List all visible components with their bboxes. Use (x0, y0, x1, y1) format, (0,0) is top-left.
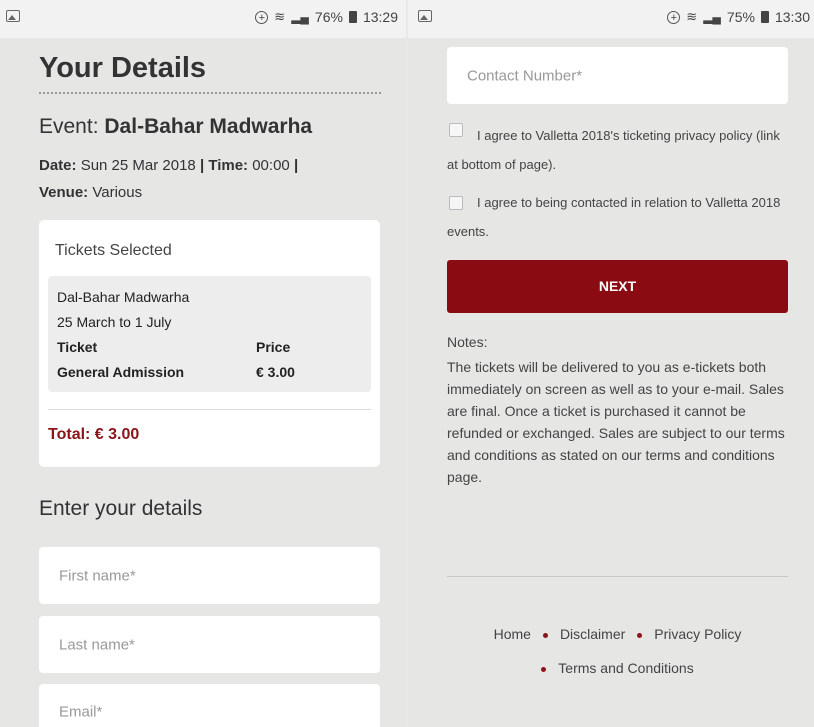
event-name: Dal-Bahar Madwarha (104, 115, 313, 138)
total-price: Total: € 3.00 (48, 426, 140, 443)
col-price: Price (256, 339, 291, 355)
bullet-separator (637, 632, 643, 638)
venue-label: Venue: (39, 184, 89, 201)
email-placeholder: Email* (59, 703, 103, 721)
first-name-placeholder: First name* (59, 567, 136, 584)
gallery-icon (418, 10, 432, 22)
contact-checkbox-label: I agree to being contacted in relation t… (447, 195, 781, 239)
status-bar: + ≋ ▂▄ 75% 13:30 (408, 0, 814, 38)
separator: | (293, 157, 299, 174)
date-label: Date: (39, 157, 77, 174)
first-name-field[interactable]: First name* (39, 547, 380, 604)
last-name-field[interactable]: Last name* (39, 616, 380, 673)
signal-icon: ▂▄ (291, 10, 309, 24)
data-saver-icon: + (667, 10, 681, 24)
left-screenshot: + ≋ ▂▄ 76% 13:29 Your Details Event: Dal… (0, 0, 406, 727)
wifi-icon: ≋ (686, 9, 698, 24)
privacy-checkbox-label: I agree to Valletta 2018's ticketing pri… (447, 128, 780, 172)
ticket-dates: 25 March to 1 July (57, 314, 172, 330)
data-saver-icon: + (255, 10, 269, 24)
last-name-placeholder: Last name* (59, 636, 135, 653)
footer-links-row1: Home Disclaimer Privacy Policy (447, 626, 788, 642)
tickets-card: Tickets Selected Dal-Bahar Madwarha 25 M… (39, 220, 380, 467)
bullet-separator (541, 666, 547, 672)
gallery-icon (6, 10, 20, 22)
clock: 13:29 (362, 9, 398, 25)
footer-links-row2: Terms and Conditions (447, 660, 788, 676)
date-value: Sun 25 Mar 2018 (80, 157, 196, 174)
wifi-icon: ≋ (274, 9, 286, 24)
battery-icon (760, 11, 769, 23)
footer-link-privacy[interactable]: Privacy Policy (654, 626, 741, 642)
email-field[interactable]: Email* (39, 684, 380, 727)
ticket-price: € 3.00 (256, 364, 295, 380)
time-label: Time: (208, 157, 249, 174)
ticket-event-name: Dal-Bahar Madwarha (57, 289, 190, 305)
battery-percent: 75% (726, 9, 755, 25)
page-title: Your Details (39, 52, 207, 84)
next-button[interactable]: NEXT (447, 260, 788, 313)
event-prefix: Event: (39, 115, 99, 138)
event-line: Event: Dal-Bahar Madwarha (39, 115, 312, 139)
clock: 13:30 (774, 9, 810, 25)
status-bar: + ≋ ▂▄ 76% 13:29 (0, 0, 406, 38)
col-ticket: Ticket (57, 339, 98, 355)
contact-number-field[interactable]: Contact Number* (447, 47, 788, 104)
notes-body: The tickets will be delivered to you as … (447, 359, 785, 485)
ticket-summary: Dal-Bahar Madwarha 25 March to 1 July Ti… (48, 276, 371, 392)
contact-number-placeholder: Contact Number* (467, 67, 583, 84)
card-divider (48, 409, 371, 410)
tickets-heading: Tickets Selected (55, 242, 172, 259)
battery-percent: 76% (314, 9, 343, 25)
time-value: 00:00 (252, 157, 290, 174)
right-screenshot: + ≋ ▂▄ 75% 13:30 Contact Number* I agree… (408, 0, 814, 727)
footer-link-terms[interactable]: Terms and Conditions (558, 660, 693, 676)
notes-heading: Notes: (447, 334, 488, 350)
event-meta: Date: Sun 25 Mar 2018 | Time: 00:00 | Ve… (39, 152, 389, 206)
form-heading: Enter your details (39, 497, 203, 520)
footer-link-disclaimer[interactable]: Disclaimer (560, 626, 625, 642)
battery-icon (348, 11, 357, 23)
bullet-separator (542, 632, 548, 638)
ticket-type: General Admission (57, 364, 185, 380)
footer-link-home[interactable]: Home (494, 626, 531, 642)
venue-value: Various (92, 184, 143, 201)
signal-icon: ▂▄ (703, 10, 721, 24)
footer-divider (447, 576, 788, 577)
title-divider (39, 92, 381, 94)
